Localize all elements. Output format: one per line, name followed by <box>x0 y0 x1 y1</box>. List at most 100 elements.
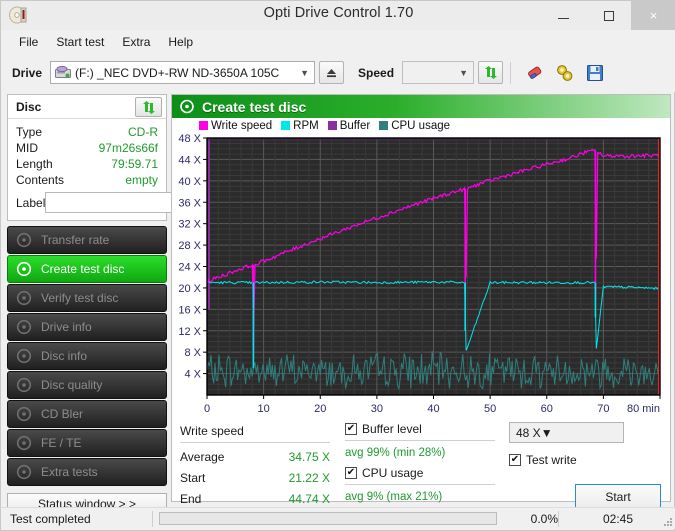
svg-text:36 X: 36 X <box>178 197 201 209</box>
sidebar-item-label: Create test disc <box>41 262 124 276</box>
start-button[interactable]: Start <box>575 484 661 509</box>
disc-row-key: Length <box>16 156 53 172</box>
svg-text:40 X: 40 X <box>178 176 201 188</box>
disc-row-contents: Contents empty <box>16 172 158 188</box>
svg-text:32 X: 32 X <box>178 219 201 231</box>
disc-row-key: Type <box>16 124 42 140</box>
sidebar-item-label: Disc quality <box>41 378 102 392</box>
stats-panel: Write speed Average 34.75 X Start 21.22 … <box>172 418 672 502</box>
svg-text:40: 40 <box>427 403 439 415</box>
chart-canvas: 4 X8 X12 X16 X20 X24 X28 X32 X36 X40 X44… <box>172 133 672 418</box>
floppy-save-icon <box>586 64 604 82</box>
disc-row-value: 97m26s66f <box>99 140 158 156</box>
elapsed-time: 02:45 <box>559 512 639 526</box>
minimize-button[interactable] <box>541 1 586 30</box>
menu-item-start-test[interactable]: Start test <box>47 32 113 52</box>
checkbox-box: ✔ <box>509 454 521 466</box>
checkbox-box: ✔ <box>345 467 357 479</box>
settings-button[interactable] <box>552 61 578 85</box>
speed-select[interactable]: ▼ <box>402 61 474 84</box>
close-button[interactable]: × <box>631 1 675 30</box>
disc-refresh-button[interactable] <box>135 97 162 117</box>
disc-icon <box>16 319 34 335</box>
disc-row-type: Type CD-R <box>16 124 158 140</box>
disc-row-key: Contents <box>16 172 64 188</box>
buffer-level-checkbox[interactable]: ✔ Buffer level <box>345 422 495 436</box>
disc-icon <box>16 406 34 422</box>
drive-select[interactable]: (F:) _NEC DVD+-RW ND-3650A 105C ▼ <box>50 61 315 84</box>
test-write-checkbox[interactable]: ✔ Test write <box>509 453 661 467</box>
buffer-level-stat: avg 99% (min 28%) <box>345 447 495 459</box>
sidebar-item-create-test-disc[interactable]: Create test disc <box>7 255 167 283</box>
refresh-drive-button[interactable] <box>478 61 503 84</box>
disc-info-box: Disc Type CD-R MID 97m26s66f <box>7 94 167 221</box>
application-window: Opti Drive Control 1.70 × File Start tes… <box>0 0 675 531</box>
menu-item-extra[interactable]: Extra <box>113 32 159 52</box>
toolbar-divider <box>510 62 511 84</box>
cpu-usage-checkbox[interactable]: ✔ CPU usage <box>345 466 495 480</box>
eraser-icon <box>525 64 545 82</box>
disc-icon <box>179 99 195 114</box>
svg-text:12 X: 12 X <box>178 326 201 338</box>
menu-item-help[interactable]: Help <box>159 32 202 52</box>
gears-icon <box>555 64 575 82</box>
maximize-button[interactable] <box>586 1 631 30</box>
disc-info-title: Disc <box>16 100 41 114</box>
svg-text:10: 10 <box>258 403 270 415</box>
disc-label-row: Label <box>16 191 158 214</box>
disc-icon <box>16 435 34 451</box>
sidebar-item-fe-te[interactable]: FE / TE <box>7 429 167 457</box>
sidebar-item-label: CD Bler <box>41 407 83 421</box>
sidebar-item-disc-info[interactable]: Disc info <box>7 342 167 370</box>
menu-item-file[interactable]: File <box>10 32 47 52</box>
menu-bar: File Start test Extra Help <box>2 30 675 53</box>
disc-icon <box>16 464 34 480</box>
svg-text:48 X: 48 X <box>178 133 201 145</box>
progress-bar <box>153 512 503 525</box>
test-write-label: Test write <box>526 453 577 467</box>
write-speed-stats: Write speed Average 34.75 X Start 21.22 … <box>180 424 330 506</box>
disc-row-value: 79:59.71 <box>111 156 158 172</box>
legend-label: Write speed <box>211 120 272 132</box>
sidebar-item-transfer-rate[interactable]: Transfer rate <box>7 226 167 254</box>
resize-grip[interactable] <box>658 512 672 526</box>
pane-title: Create test disc <box>202 99 306 115</box>
eject-button[interactable] <box>319 61 344 84</box>
left-panel: Disc Type CD-R MID 97m26s66f <box>7 94 167 515</box>
disc-info-header: Disc <box>8 95 166 119</box>
svg-text:60: 60 <box>541 403 553 415</box>
minimize-icon <box>558 18 569 19</box>
svg-text:20: 20 <box>314 403 326 415</box>
stat-row-average: Average 34.75 X <box>180 450 330 464</box>
check-icon: ✔ <box>511 455 519 465</box>
sidebar-item-extra-tests[interactable]: Extra tests <box>7 458 167 486</box>
write-speed-select-value: 48 X <box>516 426 541 440</box>
save-button[interactable] <box>582 61 608 85</box>
stat-key: Average <box>180 450 224 464</box>
erase-button[interactable] <box>522 61 548 85</box>
toggles-column: ✔ Buffer level avg 99% (min 28%) ✔ CPU u… <box>345 422 495 503</box>
write-speed-select[interactable]: 48 X ▼ <box>509 422 624 443</box>
stat-key: End <box>180 492 201 506</box>
disc-icon <box>16 290 34 306</box>
status-bar: Test completed 0.0% 02:45 <box>2 507 675 529</box>
refresh-icon <box>484 66 498 79</box>
sidebar-item-verify-test-disc[interactable]: Verify test disc <box>7 284 167 312</box>
sidebar-item-cd-bler[interactable]: CD Bler <box>7 400 167 428</box>
disc-icon <box>16 261 34 277</box>
write-speed-title: Write speed <box>180 424 330 438</box>
svg-text:80 min: 80 min <box>627 403 660 415</box>
sidebar-item-drive-info[interactable]: Drive info <box>7 313 167 341</box>
sidebar-item-label: FE / TE <box>41 436 81 450</box>
drive-icon <box>55 66 71 80</box>
svg-text:28 X: 28 X <box>178 240 201 252</box>
sidebar-item-disc-quality[interactable]: Disc quality <box>7 371 167 399</box>
speed-label: Speed <box>358 66 394 80</box>
svg-text:8 X: 8 X <box>184 347 201 359</box>
check-icon: ✔ <box>347 468 355 478</box>
legend-entry-write-speed: Write speed <box>199 120 272 132</box>
stat-value: 44.74 X <box>289 492 330 506</box>
disc-row-key: MID <box>16 140 38 156</box>
disc-row-value: CD-R <box>128 124 158 140</box>
disc-icon <box>16 377 34 393</box>
